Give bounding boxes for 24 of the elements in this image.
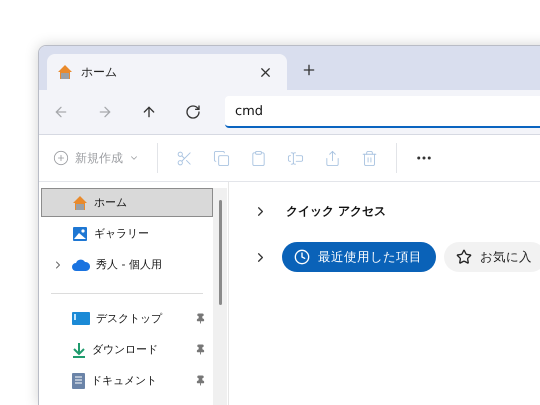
address-input[interactable]: cmd [235, 104, 540, 118]
desktop-icon [72, 312, 90, 325]
clock-icon [294, 249, 310, 265]
tab-label: ホーム [81, 64, 118, 80]
picture-icon [72, 226, 88, 242]
scrollbar[interactable] [213, 188, 227, 405]
download-icon [72, 342, 86, 358]
filter-tab[interactable]: お気に入 [444, 242, 540, 272]
section-heading: クイック アクセス [286, 202, 386, 220]
sidebar-item[interactable]: デスクトップ [41, 304, 213, 333]
sidebar-item[interactable]: ダウンロード [41, 335, 213, 364]
tab[interactable]: ホーム [47, 54, 287, 90]
sidebar-item[interactable]: ギャラリー [41, 219, 213, 248]
plus-circle-icon [53, 150, 69, 166]
search-field[interactable]: cmd [225, 96, 540, 128]
sidebar-item[interactable]: ドキュメント [41, 366, 213, 395]
cloud-icon [72, 258, 90, 270]
document-icon [72, 372, 85, 388]
sidebar-item[interactable]: 秀人 - 個人用 [41, 250, 213, 279]
filter-tab[interactable]: 最近使用した項目 [282, 242, 436, 272]
sidebar-item[interactable]: ホーム [41, 188, 213, 217]
home-icon [57, 64, 73, 80]
home-icon [72, 194, 88, 210]
star-icon [456, 249, 472, 265]
